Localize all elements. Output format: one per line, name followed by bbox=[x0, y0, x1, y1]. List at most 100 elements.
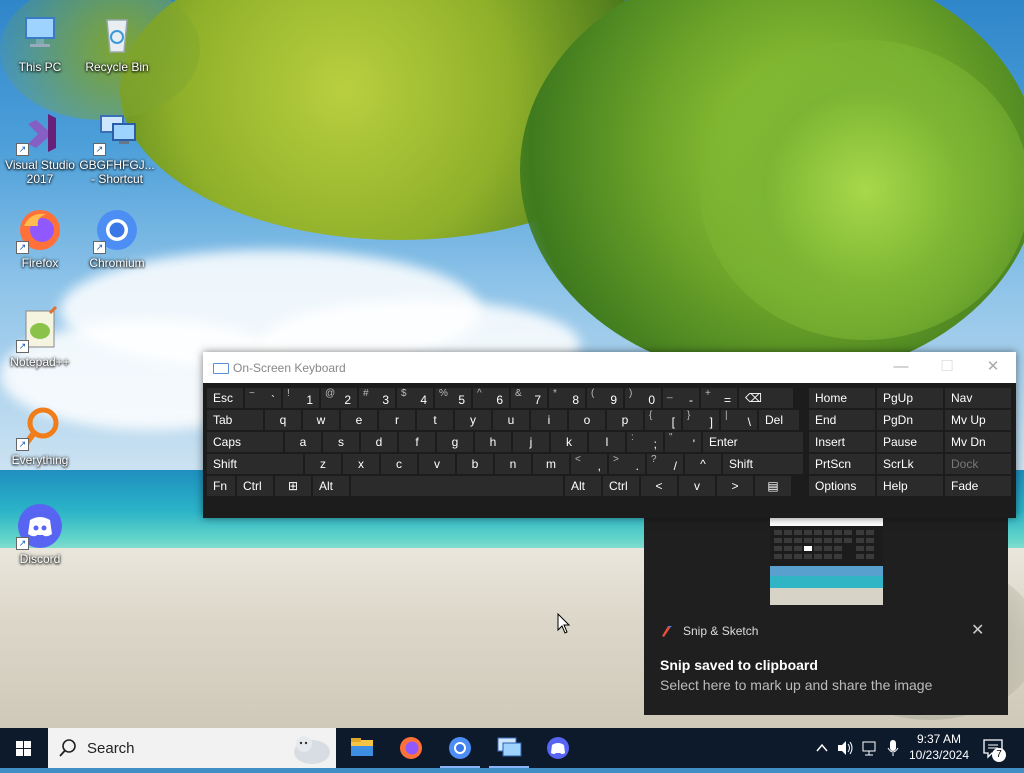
taskbar-chromium[interactable] bbox=[436, 728, 484, 768]
desktop-icon-recycle-bin[interactable]: Recycle Bin bbox=[77, 10, 157, 74]
osk-key[interactable]: g bbox=[437, 432, 473, 452]
osk-nav-key[interactable]: Options bbox=[809, 476, 875, 496]
tray-microphone[interactable] bbox=[884, 728, 902, 768]
osk-nav-key[interactable]: Nav bbox=[945, 388, 1011, 408]
osk-nav-key[interactable]: Dock bbox=[945, 454, 1011, 474]
desktop-icon-chromium[interactable]: ↗ Chromium bbox=[77, 206, 157, 270]
osk-key[interactable]: ^ 6 bbox=[473, 388, 509, 408]
desktop-icon-gbgf-shortcut[interactable]: ↗ GBGFHFGJ... - Shortcut bbox=[77, 108, 157, 186]
osk-key[interactable]: t bbox=[417, 410, 453, 430]
desktop-icon-visual-studio[interactable]: ↗ Visual Studio 2017 bbox=[0, 108, 80, 186]
osk-maximize-button[interactable]: ☐ bbox=[924, 352, 970, 383]
taskbar-discord[interactable] bbox=[534, 728, 582, 768]
taskbar-file-explorer[interactable] bbox=[338, 728, 386, 768]
osk-key[interactable]: Tab bbox=[207, 410, 263, 430]
osk-key[interactable]: o bbox=[569, 410, 605, 430]
osk-nav-key[interactable]: End bbox=[809, 410, 875, 430]
osk-key[interactable]: Del bbox=[759, 410, 799, 430]
on-screen-keyboard-window[interactable]: On-Screen Keyboard — ☐ ✕ Esc ~ `! 1 @2 #3 $4% 5… bbox=[203, 352, 1016, 518]
osk-key[interactable]: Caps bbox=[207, 432, 283, 452]
osk-key[interactable]: e bbox=[341, 410, 377, 430]
taskbar-search-box[interactable]: Search bbox=[48, 728, 336, 768]
toast-close-button[interactable]: ✕ bbox=[971, 620, 984, 640]
osk-key[interactable]: k bbox=[551, 432, 587, 452]
osk-key[interactable]: p bbox=[607, 410, 643, 430]
osk-nav-key[interactable]: Mv Dn bbox=[945, 432, 1011, 452]
osk-key[interactable]: Ctrl bbox=[237, 476, 273, 496]
osk-close-button[interactable]: ✕ bbox=[970, 352, 1016, 383]
osk-key[interactable]: ⌫ bbox=[739, 388, 793, 408]
osk-key[interactable]: ? / bbox=[647, 454, 683, 474]
osk-key[interactable]: Enter bbox=[703, 432, 803, 452]
osk-minimize-button[interactable]: — bbox=[878, 352, 924, 383]
osk-nav-key[interactable]: ScrLk bbox=[877, 454, 943, 474]
osk-nav-key[interactable]: Mv Up bbox=[945, 410, 1011, 430]
osk-key[interactable]: " ' bbox=[665, 432, 701, 452]
osk-key[interactable]: s bbox=[323, 432, 359, 452]
osk-key[interactable]: (9 bbox=[587, 388, 623, 408]
taskbar-clock[interactable]: 9:37 AM 10/23/2024 bbox=[902, 731, 976, 763]
osk-key[interactable]: ~ ` bbox=[245, 388, 281, 408]
osk-key[interactable]: Esc bbox=[207, 388, 243, 408]
osk-key[interactable]: u bbox=[493, 410, 529, 430]
osk-key[interactable]: Shift bbox=[723, 454, 803, 474]
osk-key[interactable]: + = bbox=[701, 388, 737, 408]
tray-network[interactable] bbox=[860, 728, 880, 768]
osk-key[interactable]: Shift bbox=[207, 454, 303, 474]
desktop-icon-discord[interactable]: ↗ Discord bbox=[0, 502, 80, 566]
osk-key[interactable]: f bbox=[399, 432, 435, 452]
osk-key[interactable]: d bbox=[361, 432, 397, 452]
osk-key[interactable]: x bbox=[343, 454, 379, 474]
osk-key[interactable]: v bbox=[419, 454, 455, 474]
osk-key[interactable]: j bbox=[513, 432, 549, 452]
osk-key[interactable]: r bbox=[379, 410, 415, 430]
desktop-icon-notepadpp[interactable]: ↗ Notepad++ bbox=[0, 305, 80, 369]
tray-volume[interactable] bbox=[835, 728, 855, 768]
osk-key[interactable]: b bbox=[457, 454, 493, 474]
desktop-icon-everything[interactable]: ↗ Everything bbox=[0, 403, 80, 467]
osk-key[interactable]: < bbox=[641, 476, 677, 496]
desktop-icon-firefox[interactable]: ↗ Firefox bbox=[0, 206, 80, 270]
osk-key[interactable]: m bbox=[533, 454, 569, 474]
start-button[interactable] bbox=[0, 728, 48, 768]
osk-key[interactable]: ▤ bbox=[755, 476, 791, 496]
osk-key[interactable]: Ctrl bbox=[603, 476, 639, 496]
action-center-button[interactable]: 7 bbox=[980, 728, 1008, 768]
snip-thumbnail[interactable] bbox=[770, 518, 883, 605]
osk-key[interactable]: l bbox=[589, 432, 625, 452]
osk-key[interactable]: :; bbox=[627, 432, 663, 452]
desktop-icon-this-pc[interactable]: This PC bbox=[0, 10, 80, 74]
osk-nav-key[interactable]: PgUp bbox=[877, 388, 943, 408]
osk-key[interactable]: | \ bbox=[721, 410, 757, 430]
osk-key[interactable]: % 5 bbox=[435, 388, 471, 408]
snip-notification-toast[interactable]: Snip & Sketch ✕ Snip saved to clipboard … bbox=[644, 517, 1008, 715]
osk-key[interactable]: {[ bbox=[645, 410, 681, 430]
osk-key[interactable]: v bbox=[679, 476, 715, 496]
osk-key[interactable]: <, bbox=[571, 454, 607, 474]
osk-key[interactable]: #3 bbox=[359, 388, 395, 408]
osk-nav-key[interactable]: Fade bbox=[945, 476, 1011, 496]
taskbar-firefox[interactable] bbox=[387, 728, 435, 768]
osk-key[interactable]: > bbox=[717, 476, 753, 496]
osk-nav-key[interactable]: Help bbox=[877, 476, 943, 496]
osk-key[interactable]: y bbox=[455, 410, 491, 430]
osk-title-bar[interactable]: On-Screen Keyboard — ☐ ✕ bbox=[203, 352, 1016, 383]
osk-nav-key[interactable]: PrtScn bbox=[809, 454, 875, 474]
osk-nav-key[interactable]: Insert bbox=[809, 432, 875, 452]
osk-key[interactable]: ⊞ bbox=[275, 476, 311, 496]
osk-key[interactable] bbox=[351, 476, 563, 496]
osk-key[interactable]: q bbox=[265, 410, 301, 430]
osk-key[interactable]: z bbox=[305, 454, 341, 474]
osk-nav-key[interactable]: Pause bbox=[877, 432, 943, 452]
osk-key[interactable]: ^ bbox=[685, 454, 721, 474]
osk-nav-key[interactable]: PgDn bbox=[877, 410, 943, 430]
osk-key[interactable]: }] bbox=[683, 410, 719, 430]
osk-key[interactable]: ! 1 bbox=[283, 388, 319, 408]
osk-key[interactable]: ) 0 bbox=[625, 388, 661, 408]
osk-key[interactable]: & 7 bbox=[511, 388, 547, 408]
osk-key[interactable]: $4 bbox=[397, 388, 433, 408]
osk-key[interactable]: Alt bbox=[565, 476, 601, 496]
osk-key[interactable]: n bbox=[495, 454, 531, 474]
osk-key[interactable]: i bbox=[531, 410, 567, 430]
taskbar-remote-desktop[interactable] bbox=[485, 728, 533, 768]
